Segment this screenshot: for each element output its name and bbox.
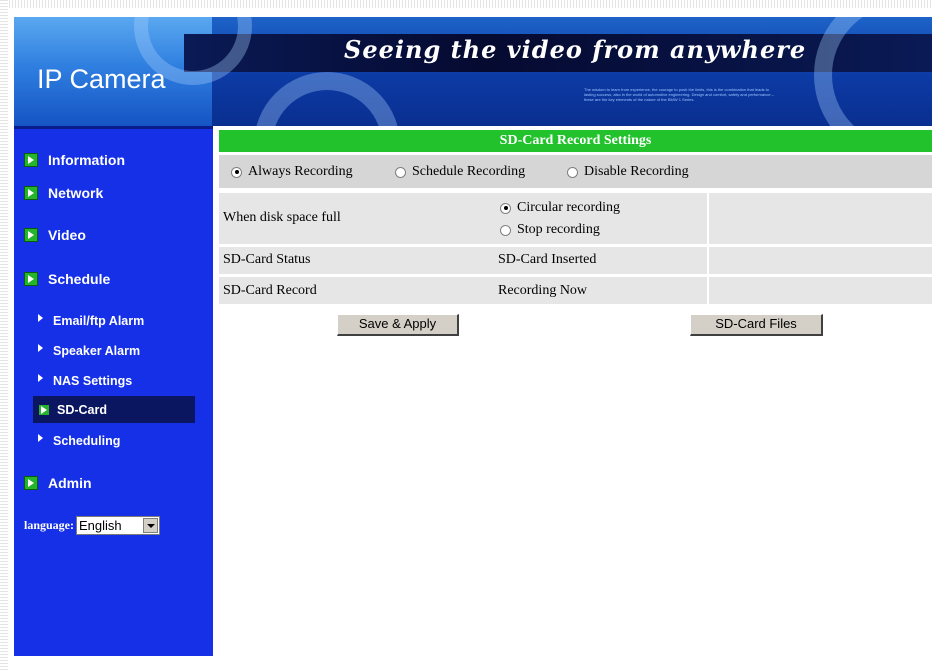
radio-disable-recording[interactable]: Disable Recording — [567, 164, 689, 180]
sidebar-subitem-label: Email/ftp Alarm — [53, 314, 145, 328]
radio-button[interactable] — [500, 224, 511, 236]
sidebar-subitem-sd-card[interactable]: SD-Card — [39, 403, 107, 417]
save-apply-button[interactable]: Save & Apply — [337, 314, 459, 336]
sd-card-files-button[interactable]: SD-Card Files — [690, 314, 823, 336]
sidebar-subitem-email-ftp-alarm[interactable]: Email/ftp Alarm — [38, 314, 144, 328]
sd-card-status-value: SD-Card Inserted — [498, 252, 597, 267]
arrow-icon — [38, 434, 43, 442]
sidebar-subitem-scheduling[interactable]: Scheduling — [38, 434, 120, 448]
brand-name: IP Camera — [37, 64, 166, 94]
sidebar-subitem-nas-settings[interactable]: NAS Settings — [38, 374, 132, 388]
green-arrow-icon — [24, 153, 38, 167]
arrow-icon — [38, 374, 43, 382]
decorative-ring — [814, 17, 932, 126]
decorative-ring — [254, 72, 400, 126]
language-select[interactable]: English — [76, 516, 161, 535]
radio-circular-recording[interactable]: Circular recording — [500, 200, 620, 216]
sd-card-record-value: Recording Now — [498, 283, 588, 298]
sd-card-record-label: SD-Card Record — [223, 283, 317, 298]
sidebar-subitem-speaker-alarm[interactable]: Speaker Alarm — [38, 344, 140, 358]
sidebar-item-admin[interactable]: Admin — [24, 475, 92, 491]
sidebar-top-line — [14, 126, 213, 129]
banner-fine-print: The wisdom to learn from experience, the… — [584, 87, 774, 102]
green-arrow-icon — [24, 476, 38, 490]
sidebar-subitem-label: NAS Settings — [53, 374, 133, 388]
radio-label: Disable Recording — [584, 164, 689, 179]
sidebar-item-schedule[interactable]: Schedule — [24, 271, 110, 287]
sidebar-item-label: Admin — [48, 475, 92, 491]
radio-label: Always Recording — [248, 164, 353, 179]
radio-label: Stop recording — [517, 222, 600, 237]
sd-card-status-row: SD-Card Status SD-Card Inserted — [219, 247, 932, 274]
sidebar-item-label: Information — [48, 152, 125, 168]
sd-card-record-row: SD-Card Record Recording Now — [219, 277, 932, 304]
radio-button[interactable] — [500, 202, 511, 214]
green-arrow-icon — [24, 228, 38, 242]
banner-slogan: Seeing the video from anywhere — [344, 35, 807, 64]
radio-label: Schedule Recording — [412, 164, 526, 179]
radio-label: Circular recording — [517, 200, 621, 215]
page-border-top — [0, 0, 932, 8]
language-label: language: — [24, 518, 75, 532]
sidebar-item-label: Network — [48, 185, 104, 201]
green-arrow-icon — [24, 186, 38, 200]
column-divider — [707, 247, 709, 274]
language-row: language: English — [24, 516, 161, 535]
sidebar-subitem-label: Speaker Alarm — [53, 344, 141, 358]
green-arrow-icon — [24, 272, 38, 286]
sd-card-status-label: SD-Card Status — [223, 252, 311, 267]
header-banner: Seeing the video from anywhere IP Camera… — [14, 17, 932, 126]
disk-full-label: When disk space full — [223, 210, 341, 225]
radio-button[interactable] — [231, 166, 242, 178]
page-border-left — [0, 0, 8, 671]
radio-button[interactable] — [395, 166, 406, 178]
sidebar: Information Network Video Schedule Email… — [14, 126, 213, 656]
arrow-icon — [38, 314, 43, 322]
sidebar-item-video[interactable]: Video — [24, 227, 86, 243]
sidebar-subitem-label: SD-Card — [57, 403, 108, 417]
sidebar-subitem-label: Scheduling — [53, 434, 121, 448]
language-value: English — [79, 518, 122, 533]
sidebar-item-network[interactable]: Network — [24, 185, 103, 201]
green-arrow-icon — [39, 405, 49, 415]
arrow-icon — [38, 344, 43, 352]
radio-stop-recording[interactable]: Stop recording — [500, 222, 600, 238]
sidebar-item-label: Schedule — [48, 271, 111, 287]
disk-full-row: When disk space full Circular recording … — [219, 193, 932, 244]
column-divider — [707, 277, 709, 304]
panel-title: SD-Card Record Settings — [219, 130, 932, 152]
sidebar-item-label: Video — [48, 227, 86, 243]
recording-mode-row: Always Recording Schedule Recording Disa… — [219, 155, 932, 188]
column-divider — [707, 193, 709, 244]
radio-schedule-recording[interactable]: Schedule Recording — [395, 164, 525, 180]
chevron-down-icon[interactable] — [143, 518, 159, 533]
sidebar-item-information[interactable]: Information — [24, 152, 125, 168]
radio-always-recording[interactable]: Always Recording — [231, 164, 353, 180]
radio-button[interactable] — [567, 166, 578, 178]
